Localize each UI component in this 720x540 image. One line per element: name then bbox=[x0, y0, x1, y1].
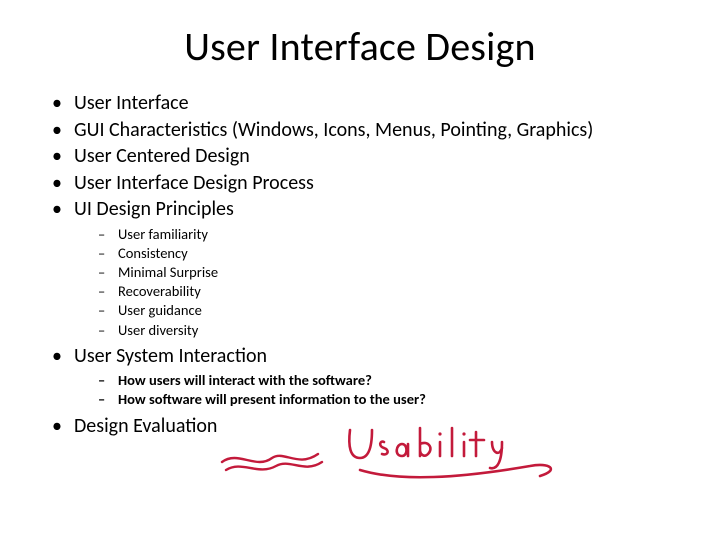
bullet-item: User Interface Design Process bbox=[48, 171, 680, 197]
sub-bullet-item: Consistency bbox=[96, 244, 680, 263]
bullet-label: UI Design Principles bbox=[74, 197, 234, 221]
slide: User Interface Design User Interface GUI… bbox=[0, 0, 720, 540]
slide-title: User Interface Design bbox=[40, 22, 680, 71]
sub-bullet-item: How users will interact with the softwar… bbox=[96, 371, 680, 390]
sub-bullet-item: Minimal Surprise bbox=[96, 263, 680, 282]
sub-bullet-list: How users will interact with the softwar… bbox=[74, 371, 680, 409]
bullet-item: User Interface bbox=[48, 91, 680, 117]
bullet-item: GUI Characteristics (Windows, Icons, Men… bbox=[48, 118, 680, 144]
bullet-item: Design Evaluation bbox=[48, 414, 680, 440]
bullet-item: UI Design Principles User familiarity Co… bbox=[48, 197, 680, 339]
bullet-label: User System Interaction bbox=[74, 344, 267, 368]
sub-bullet-item: How software will present information to… bbox=[96, 390, 680, 409]
sub-bullet-item: User familiarity bbox=[96, 225, 680, 244]
sub-bullet-list: User familiarity Consistency Minimal Sur… bbox=[74, 225, 680, 340]
bullet-item: User Centered Design bbox=[48, 144, 680, 170]
sub-bullet-item: Recoverability bbox=[96, 282, 680, 301]
sub-bullet-item: User guidance bbox=[96, 301, 680, 320]
bullet-item: User System Interaction How users will i… bbox=[48, 344, 680, 410]
sub-bullet-item: User diversity bbox=[96, 321, 680, 340]
ink-squiggle-left bbox=[218, 440, 328, 480]
bullet-list: User Interface GUI Characteristics (Wind… bbox=[40, 91, 680, 439]
